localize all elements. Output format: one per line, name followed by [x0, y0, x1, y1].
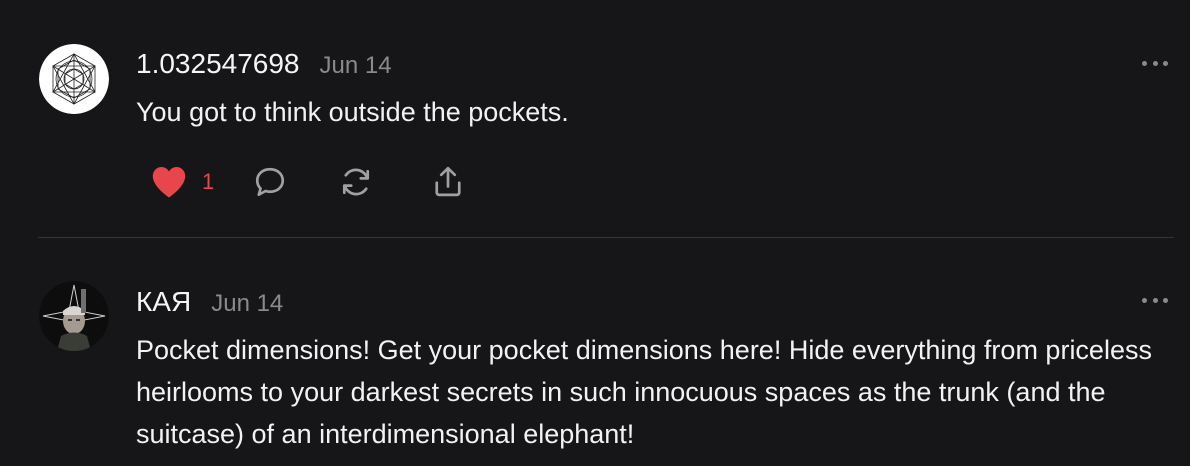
geometric-avatar-icon [39, 44, 109, 114]
post-actions: 1 [150, 164, 466, 200]
more-options-button[interactable] [1142, 296, 1168, 304]
more-options-icon [1142, 297, 1147, 303]
avatar-kaya[interactable] [39, 281, 109, 351]
comment-button[interactable] [252, 164, 288, 200]
more-dot [1152, 60, 1158, 66]
comment-icon [256, 167, 285, 197]
username[interactable]: КАЯ [136, 286, 191, 318]
post-text: Pocket dimensions! Get your pocket dimen… [136, 335, 1152, 449]
more-options-button[interactable] [1142, 59, 1168, 67]
avatar-1032547698[interactable] [39, 44, 109, 114]
more-dot [1163, 297, 1168, 303]
post-2: КАЯ Jun 14 Pocket dimensions! Get your p… [0, 238, 1190, 466]
post-text: You got to think outside the pockets. [136, 97, 569, 127]
more-dot [1152, 297, 1158, 303]
post-1: 1.032547698 Jun 14 You got to think outs… [0, 0, 1190, 237]
more-dot [1163, 60, 1168, 66]
post-date[interactable]: Jun 14 [211, 290, 283, 318]
more-options-icon [1142, 60, 1147, 66]
like-button[interactable]: 1 [150, 165, 214, 199]
post-meta: КАЯ Jun 14 [136, 286, 283, 318]
post-date[interactable]: Jun 14 [320, 52, 392, 80]
character-avatar-icon [39, 281, 109, 351]
username[interactable]: 1.032547698 [136, 48, 300, 80]
heart-icon [152, 167, 186, 198]
repost-icon [343, 168, 370, 196]
like-count: 1 [202, 169, 215, 194]
repost-button[interactable] [338, 164, 374, 200]
share-icon [435, 166, 461, 197]
share-button[interactable] [430, 164, 466, 200]
post-meta: 1.032547698 Jun 14 [136, 48, 392, 80]
